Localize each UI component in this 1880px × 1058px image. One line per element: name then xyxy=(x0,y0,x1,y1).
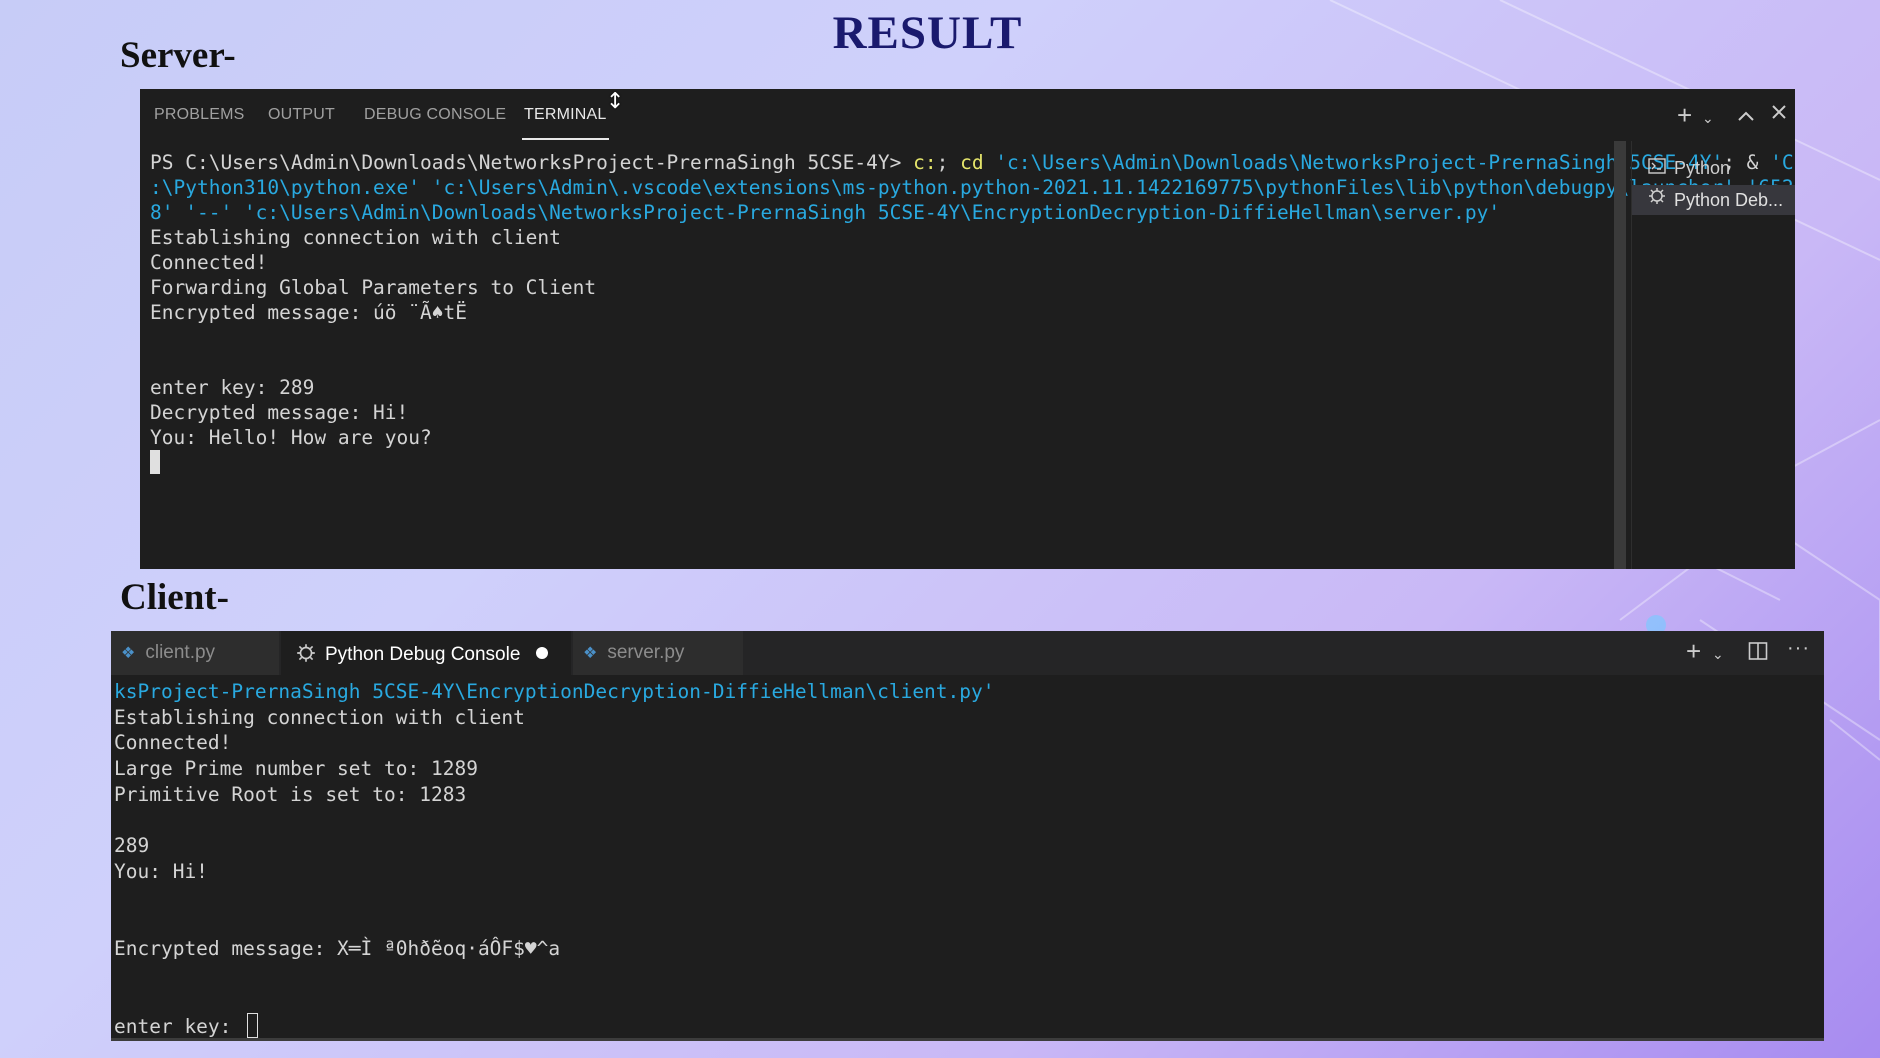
chevron-up-icon[interactable] xyxy=(1737,105,1755,127)
input-prompt: enter key: xyxy=(114,1015,244,1039)
mouse-pointer: ↕ xyxy=(606,89,625,114)
console-input-cursor[interactable] xyxy=(247,1013,259,1039)
server-terminal-output: PS C:\Users\Admin\Downloads\NetworksProj… xyxy=(150,150,1795,475)
tab-server-py[interactable]: ❖ server.py xyxy=(573,631,743,675)
tab-output[interactable]: OUTPUT xyxy=(268,106,335,124)
output-line: enter key: 289 xyxy=(150,376,315,399)
client-editor-panel: ❖ client.py Python Debug Console ❖ server.… xyxy=(111,631,1824,1041)
output-line: You: Hello! How are you? xyxy=(150,426,432,449)
output-line: Primitive Root is set to: 1283 xyxy=(114,782,467,806)
chevron-down-icon[interactable]: ⌄ xyxy=(1712,643,1724,665)
modified-dot-icon[interactable] xyxy=(536,647,549,659)
output-line: Encrypted message: X═Ì ª0hð̃eoq·áÔF$♥^a xyxy=(114,937,561,961)
terminal-item-python-debug[interactable]: Python Deb... xyxy=(1632,185,1795,215)
tab-problems[interactable]: PROBLEMS xyxy=(154,106,245,124)
output-line: Forwarding Global Parameters to Client xyxy=(150,276,597,299)
command-prompt: PS C:\Users\Admin\Downloads\NetworksProj… xyxy=(150,151,914,174)
debug-icon xyxy=(1646,186,1668,215)
terminal-icon xyxy=(1646,155,1668,183)
slide-title: RESULT xyxy=(832,7,1023,59)
output-line: 289 xyxy=(114,834,150,858)
output-line: Establishing connection with client xyxy=(150,226,561,249)
server-section-label: Server- xyxy=(120,35,236,76)
script-path-line: ksProject-PrernaSingh 5CSE-4Y\Encryption… xyxy=(114,680,995,703)
close-icon[interactable] xyxy=(1770,103,1788,125)
python-file-icon: ❖ xyxy=(583,645,598,662)
output-line: Establishing connection with client xyxy=(114,705,525,729)
tab-python-debug-console[interactable]: Python Debug Console xyxy=(281,631,571,675)
panel-tab-bar: PROBLEMS OUTPUT DEBUG CONSOLE TERMINAL +… xyxy=(140,89,1795,141)
terminal-list: Python Python Deb... xyxy=(1631,141,1795,569)
debug-icon xyxy=(295,631,317,675)
split-editor-icon[interactable] xyxy=(1748,641,1768,665)
tab-client-py[interactable]: ❖ client.py xyxy=(111,631,279,675)
panel-bottom-border xyxy=(111,1038,1824,1041)
tab-terminal[interactable]: TERMINAL xyxy=(522,106,608,140)
terminal-cursor[interactable] xyxy=(150,450,160,474)
output-line: Connected! xyxy=(150,251,268,274)
tab-debug-console[interactable]: DEBUG CONSOLE xyxy=(364,106,506,124)
output-line: Large Prime number set to: 1289 xyxy=(114,757,478,781)
plus-icon[interactable]: + xyxy=(1677,102,1692,128)
more-actions-icon[interactable]: ··· xyxy=(1787,637,1810,659)
editor-tab-bar: ❖ client.py Python Debug Console ❖ server.… xyxy=(111,631,1824,675)
output-line: Decrypted message: Hi! xyxy=(150,401,409,424)
client-section-label: Client- xyxy=(120,577,229,618)
output-line: Encrypted message: úö ¨Ã♠tË xyxy=(150,301,467,324)
client-console-output: ksProject-PrernaSingh 5CSE-4Y\Encryption… xyxy=(114,679,995,1040)
python-file-icon: ❖ xyxy=(121,645,136,662)
server-terminal-panel: PROBLEMS OUTPUT DEBUG CONSOLE TERMINAL +… xyxy=(140,89,1795,569)
output-line: Connected! xyxy=(114,731,232,755)
terminal-item-python[interactable]: Python xyxy=(1632,153,1795,183)
output-line: You: Hi! xyxy=(114,859,208,883)
terminal-scrollbar[interactable] xyxy=(1614,141,1626,569)
plus-icon[interactable]: + xyxy=(1686,638,1701,664)
chevron-down-icon[interactable]: ⌄ xyxy=(1702,107,1714,129)
